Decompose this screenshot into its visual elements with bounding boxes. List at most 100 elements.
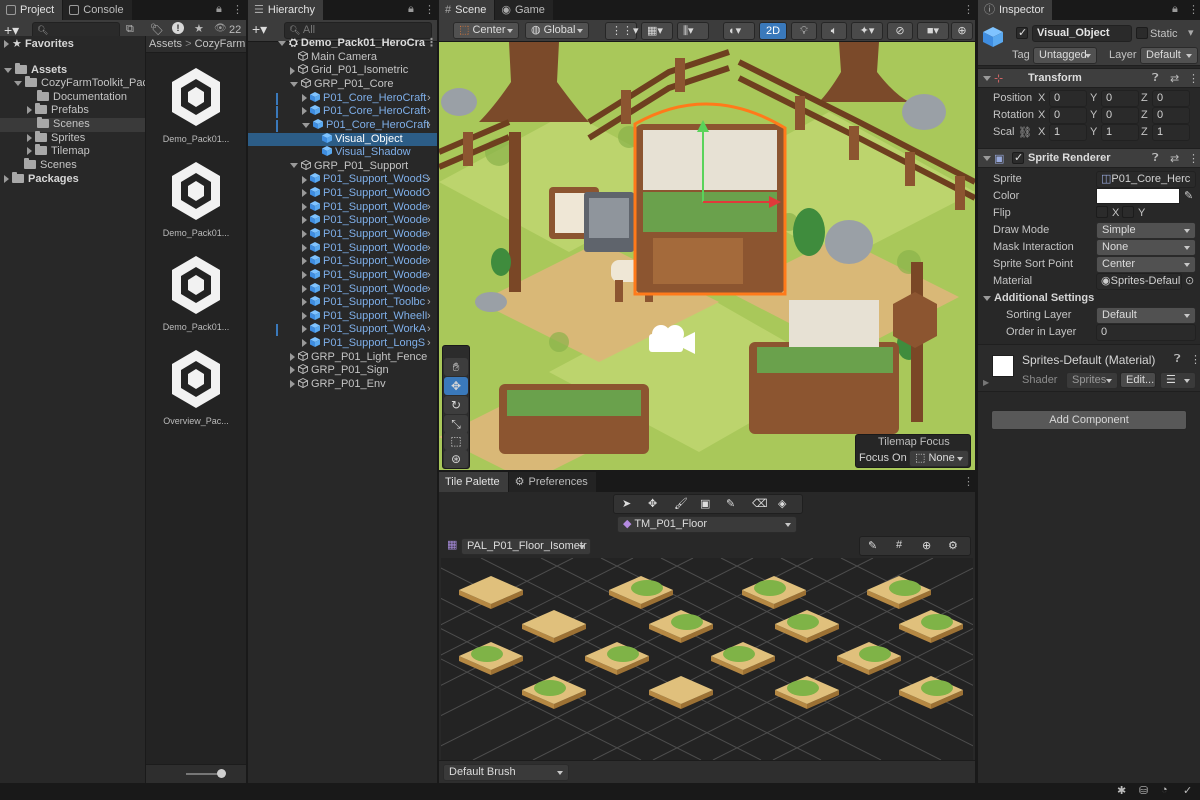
filter-by-label-icon[interactable]: 🏷︎: [150, 23, 164, 36]
more-menu-icon[interactable]: ⋮: [1188, 72, 1199, 85]
2d-mode-button[interactable]: 2D: [759, 22, 787, 40]
tree-item-sprites[interactable]: Sprites: [0, 131, 145, 146]
chevron-down-icon[interactable]: [290, 81, 298, 87]
help-icon[interactable]: ❓︎: [1174, 353, 1181, 366]
chevron-right-icon[interactable]: [302, 311, 307, 320]
asset-tile[interactable]: Overview_Pac...: [156, 348, 236, 432]
palette-tile[interactable]: [867, 576, 931, 609]
chevron-right-icon[interactable]: [302, 230, 307, 239]
tab-console[interactable]: Console: [63, 0, 134, 20]
hierarchy-item[interactable]: P01_Support_Woode ›: [248, 214, 437, 228]
asset-tile[interactable]: Demo_Pack01...: [156, 254, 236, 338]
transform-y-input[interactable]: 1: [1101, 124, 1139, 141]
cache-server-icon[interactable]: ⛁: [1139, 784, 1148, 797]
palette-tile[interactable]: [609, 576, 673, 609]
chevron-right-icon[interactable]: [302, 243, 307, 252]
prefab-open-chevron-icon[interactable]: ›: [427, 228, 431, 242]
prefab-open-chevron-icon[interactable]: ›: [427, 296, 431, 310]
visibility-eye-icon[interactable]: 👁︎: [214, 23, 227, 34]
gizmos-toggle-icon[interactable]: ⊕: [951, 22, 973, 40]
layer-dropdown[interactable]: Default: [1140, 47, 1198, 64]
icon-size-slider-handle[interactable]: [217, 769, 226, 778]
edit-shader-button[interactable]: Edit...: [1120, 372, 1156, 388]
sprite-field[interactable]: ◫P01_Core_Herc: [1096, 171, 1196, 188]
hierarchy-item[interactable]: Visual_Shadow: [248, 146, 437, 160]
hierarchy-item[interactable]: P01_Support_WoodC ›: [248, 187, 437, 201]
chevron-right-icon[interactable]: [302, 284, 307, 293]
more-menu-icon[interactable]: ⋮: [963, 475, 974, 488]
expand-arrow-icon[interactable]: ▶: [983, 378, 989, 387]
lock-icon[interactable]: 🔒︎: [408, 3, 414, 16]
chevron-right-icon[interactable]: [302, 189, 307, 198]
chevron-right-icon[interactable]: [290, 352, 295, 361]
audio-toggle-icon[interactable]: 🔈︎: [821, 22, 847, 40]
chevron-right-icon[interactable]: [302, 202, 307, 211]
hierarchy-item[interactable]: P01_Support_Woode ›: [248, 227, 437, 242]
space-dropdown[interactable]: ◍ Global: [525, 22, 589, 39]
snap-increment-button[interactable]: ⫼▾: [677, 22, 709, 40]
scale-tool-icon[interactable]: ⤡: [444, 415, 468, 433]
tree-item-cozyfarm[interactable]: CozyFarmToolkit_Pac: [0, 76, 148, 91]
tab-preferences[interactable]: ⚙︎ Preferences: [508, 472, 597, 492]
tree-item-favorites[interactable]: ★ Favorites: [0, 38, 145, 52]
transform-x-input[interactable]: 1: [1049, 124, 1087, 141]
camera-settings-icon[interactable]: ■▾: [917, 22, 949, 40]
hierarchy-item[interactable]: GRP_P01_Env: [248, 377, 437, 392]
breadcrumb-cozyfarm[interactable]: CozyFarm: [195, 38, 246, 50]
palette-tile[interactable]: [459, 576, 523, 609]
flip-x-checkbox[interactable]: [1096, 206, 1108, 218]
move-tool-icon[interactable]: ✥: [444, 377, 468, 395]
tree-item-tilemap[interactable]: Tilemap: [0, 144, 145, 159]
flip-y-checkbox[interactable]: [1122, 206, 1134, 218]
hierarchy-item[interactable]: P01_Core_HeroCraft ›: [248, 105, 437, 119]
transform-y-input[interactable]: 0: [1101, 90, 1139, 107]
hierarchy-item[interactable]: Visual_Object: [248, 132, 437, 147]
hierarchy-item[interactable]: GRP_P01_Light_Fence: [248, 350, 437, 365]
hierarchy-item[interactable]: P01_Support_Toolbc ›: [248, 296, 437, 310]
tab-project[interactable]: Project: [0, 0, 64, 20]
prefab-open-chevron-icon[interactable]: ›: [427, 283, 431, 297]
fill-bucket-icon[interactable]: ◈: [778, 497, 786, 510]
box-fill-icon[interactable]: ▣: [700, 497, 710, 510]
lock-icon[interactable]: 🔒︎: [216, 3, 222, 16]
chevron-down-icon[interactable]: [290, 163, 298, 169]
tree-item-scenes-root[interactable]: Scenes: [0, 158, 145, 173]
object-picker-icon[interactable]: ⊙: [1185, 274, 1194, 287]
hierarchy-item[interactable]: P01_Support_WoodS ›: [248, 173, 437, 187]
warning-filter-icon[interactable]: !: [172, 22, 184, 34]
focus-on-dropdown[interactable]: ⬚ None: [909, 450, 969, 467]
hand-tool-icon[interactable]: ✋︎: [444, 358, 468, 376]
transform-x-input[interactable]: 0: [1049, 90, 1087, 107]
select-tool-icon[interactable]: ➤: [622, 497, 631, 510]
palette-tile[interactable]: [711, 642, 775, 675]
transform-x-input[interactable]: 0: [1049, 107, 1087, 124]
hierarchy-item[interactable]: P01_Support_Woode ›: [248, 241, 437, 256]
additional-settings-toggle[interactable]: Additional Settings: [983, 292, 1094, 304]
palette-tile[interactable]: [649, 610, 713, 643]
more-menu-icon[interactable]: ⋮: [426, 37, 437, 51]
chevron-down-icon[interactable]: [302, 122, 310, 128]
pivot-dropdown[interactable]: ⬚ Center: [453, 22, 519, 39]
chevron-right-icon[interactable]: [302, 257, 307, 266]
more-menu-icon[interactable]: ⋮: [1188, 152, 1199, 165]
prefab-open-chevron-icon[interactable]: ›: [427, 92, 431, 106]
lighting-toggle-icon[interactable]: 💡︎: [791, 22, 817, 40]
prefab-open-chevron-icon[interactable]: ›: [427, 255, 431, 269]
favorite-star-icon[interactable]: ★: [194, 22, 204, 35]
material-options-dropdown[interactable]: ☰: [1160, 372, 1196, 389]
scene-root[interactable]: ⛭ Demo_Pack01_HeroCra ⋮: [248, 37, 437, 51]
brush-dropdown[interactable]: Default Brush: [443, 764, 569, 781]
hierarchy-item[interactable]: P01_Support_Woode ›: [248, 268, 437, 283]
palette-tile[interactable]: [899, 676, 963, 709]
chevron-right-icon[interactable]: [290, 66, 295, 75]
prefab-open-chevron-icon[interactable]: ›: [427, 119, 431, 133]
transform-y-input[interactable]: 0: [1101, 107, 1139, 124]
sorting-layer-dropdown[interactable]: Default: [1096, 307, 1196, 324]
eraser-icon[interactable]: ⌫: [752, 497, 768, 510]
chevron-right-icon[interactable]: [302, 270, 307, 279]
hierarchy-item[interactable]: P01_Support_Woode ›: [248, 282, 437, 297]
hierarchy-item[interactable]: P01_Core_HeroCraft ›: [248, 118, 437, 133]
palette-grid-icon[interactable]: #: [896, 539, 902, 551]
prefab-open-chevron-icon[interactable]: ›: [427, 173, 431, 187]
prefab-open-chevron-icon[interactable]: ›: [427, 310, 431, 324]
